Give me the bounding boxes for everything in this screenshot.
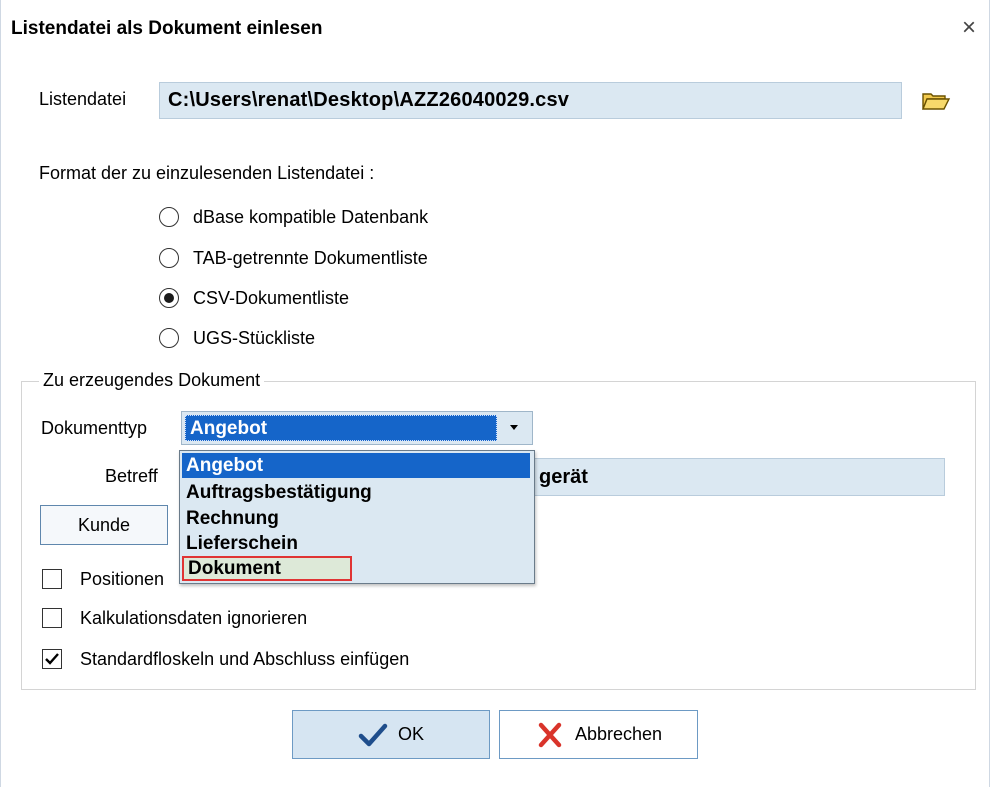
folder-open-icon[interactable] [921, 90, 951, 112]
checkbox-label: Positionen [80, 568, 165, 589]
radio-label: UGS-Stückliste [193, 327, 316, 348]
checkbox[interactable] [42, 569, 62, 589]
checkbox-label: Kalkulationsdaten ignorieren [80, 607, 308, 628]
dialog-title: Listendatei als Dokument einlesen [11, 18, 323, 39]
dropdown-item-angebot[interactable]: Angebot [182, 453, 530, 478]
radio-label: CSV-Dokumentliste [193, 287, 350, 308]
betreff-label: Betreff [105, 466, 158, 486]
chevron-down-icon[interactable] [501, 417, 527, 439]
checkbox[interactable] [42, 608, 62, 628]
radio-button-checked[interactable] [159, 288, 179, 308]
dropdown-item-auftragsbestaetigung[interactable]: Auftragsbestätigung [182, 480, 530, 505]
radio-button[interactable] [159, 328, 179, 348]
cancel-button-label: Abbrechen [574, 724, 663, 744]
dokumenttyp-label: Dokumenttyp [41, 418, 148, 438]
dokumenttyp-dropdown-list: Angebot Auftragsbestätigung Rechnung Lie… [179, 450, 535, 584]
close-icon[interactable]: × [958, 16, 980, 40]
radio-ugs[interactable]: UGS-Stückliste [159, 325, 315, 351]
dialog-window: Listendatei als Dokument einlesen × List… [0, 0, 990, 787]
ok-button[interactable]: OK [292, 710, 490, 759]
dropdown-item-lieferschein[interactable]: Lieferschein [182, 531, 530, 556]
radio-button[interactable] [159, 207, 179, 227]
checkbox-kalkulation[interactable]: Kalkulationsdaten ignorieren [42, 605, 307, 631]
dropdown-item-dokument[interactable]: Dokument [182, 556, 352, 581]
dropdown-item-rechnung[interactable]: Rechnung [182, 506, 530, 531]
checkbox-standardfloskeln[interactable]: Standardfloskeln und Abschluss einfügen [42, 646, 409, 672]
kunde-button-label: Kunde [77, 514, 131, 535]
format-label: Format der zu einzulesenden Listendatei … [39, 163, 375, 183]
betreff-input[interactable]: gerät [534, 458, 945, 496]
radio-tab[interactable]: TAB-getrennte Dokumentliste [159, 245, 428, 271]
radio-button[interactable] [159, 248, 179, 268]
checkmark-icon [45, 653, 59, 665]
group-legend: Zu erzeugendes Dokument [39, 370, 265, 391]
close-x-icon [538, 722, 562, 747]
dokumenttyp-combobox[interactable]: Angebot [181, 411, 533, 445]
listendatei-label: Listendatei [39, 89, 127, 109]
radio-csv[interactable]: CSV-Dokumentliste [159, 285, 349, 311]
checkmark-icon [358, 723, 388, 746]
radio-label: TAB-getrennte Dokumentliste [193, 247, 428, 268]
checkbox-positionen[interactable]: Positionen [42, 566, 164, 592]
radio-dbase[interactable]: dBase kompatible Datenbank [159, 204, 428, 230]
checkbox-label: Standardfloskeln und Abschluss einfügen [80, 648, 410, 669]
listendatei-path-field[interactable]: C:\Users\renat\Desktop\AZZ26040029.csv [159, 82, 902, 119]
checkbox-checked[interactable] [42, 649, 62, 669]
cancel-button[interactable]: Abbrechen [499, 710, 698, 759]
kunde-button[interactable]: Kunde [40, 505, 168, 545]
combobox-selected-value: Angebot [185, 415, 497, 441]
ok-button-label: OK [397, 724, 424, 744]
radio-label: dBase kompatible Datenbank [193, 206, 429, 227]
